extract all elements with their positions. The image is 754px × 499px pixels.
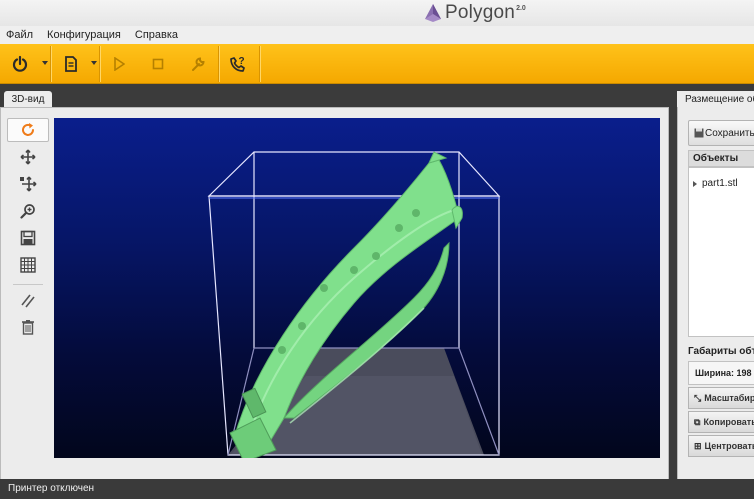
menu-configuration[interactable]: Конфигурация — [47, 29, 121, 41]
status-bar: Принтер отключен — [0, 479, 754, 499]
3d-view-panel — [0, 107, 669, 495]
expand-arrow-icon[interactable] — [693, 180, 697, 187]
tool-divider — [13, 284, 43, 285]
tab-3d-view[interactable]: 3D-вид — [4, 91, 52, 108]
menu-bar: Файл Конфигурация Справка — [0, 26, 754, 44]
menu-file[interactable]: Файл — [6, 29, 33, 41]
scale-button[interactable]: ⤡ Масштабировать — [688, 387, 754, 409]
grid-icon — [20, 257, 36, 273]
main-toolbar: ? — [0, 44, 754, 84]
width-readout: Ширина: 198 мм — [688, 361, 754, 385]
3d-viewport[interactable] — [54, 118, 660, 458]
zoom-button[interactable] — [7, 199, 49, 223]
app-logo: Polygon 2.0 — [424, 2, 526, 24]
center-label: Центровать объект — [704, 441, 754, 451]
power-icon — [12, 55, 28, 72]
toolbar-divider — [259, 46, 260, 82]
scale-label: Масштабировать — [704, 393, 754, 403]
move-icon — [20, 149, 36, 165]
right-tab-strip: Размещение объектов — [677, 84, 754, 108]
objects-list[interactable]: part1.stl — [688, 167, 754, 337]
copy-button[interactable]: ⧉ Копировать — [688, 411, 754, 433]
wrench-icon — [192, 57, 205, 71]
power-button[interactable] — [4, 48, 36, 80]
floppy-icon — [20, 230, 36, 246]
objects-header: Объекты — [688, 150, 754, 167]
file-dropdown-icon[interactable] — [91, 61, 97, 65]
menu-help[interactable]: Справка — [135, 29, 178, 41]
stop-button[interactable] — [142, 48, 174, 80]
save-view-button[interactable] — [7, 226, 49, 250]
polygon-logo-icon — [425, 4, 441, 22]
settings-button[interactable] — [182, 48, 214, 80]
floppy-icon — [694, 128, 704, 138]
copy-label: Копировать — [703, 417, 754, 427]
support-button[interactable]: ? — [222, 48, 254, 80]
copy-icon: ⧉ — [694, 416, 701, 427]
toolbar-divider — [50, 46, 51, 82]
play-icon — [114, 57, 125, 71]
center-button[interactable]: ⊞ Центровать объект — [688, 435, 754, 457]
play-button[interactable] — [103, 48, 135, 80]
slice-icon — [21, 294, 35, 308]
rotate-button[interactable] — [7, 118, 49, 142]
trash-icon — [22, 320, 34, 335]
file-button[interactable] — [55, 48, 87, 80]
toolbar-divider — [218, 46, 219, 82]
app-name: Polygon — [445, 2, 516, 23]
pan-button[interactable] — [7, 145, 49, 169]
object-placement-panel: Сохранить Объекты part1.stl Габариты объ… — [677, 107, 754, 495]
move-object-icon — [20, 176, 37, 192]
toolbar-divider — [99, 46, 100, 82]
slice-button[interactable] — [7, 289, 49, 313]
scale-icon: ⤡ — [694, 392, 702, 403]
document-icon — [65, 56, 77, 72]
list-item[interactable]: part1.stl — [693, 178, 738, 189]
move-object-button[interactable] — [7, 172, 49, 196]
phone-help-icon: ? — [230, 56, 245, 72]
tab-object-placement[interactable]: Размещение объектов — [677, 91, 754, 108]
zoom-icon — [20, 204, 35, 219]
svg-text:?: ? — [239, 56, 245, 67]
delete-button[interactable] — [7, 315, 49, 339]
grid-button[interactable] — [7, 253, 49, 277]
dimensions-label: Габариты объекта — [688, 346, 754, 357]
3d-scene — [207, 151, 501, 458]
title-bar: Polygon 2.0 — [0, 0, 754, 26]
stop-icon — [152, 58, 164, 70]
power-dropdown-icon[interactable] — [42, 61, 48, 65]
object-name: part1.stl — [702, 178, 738, 189]
app-version: 2.0 — [516, 4, 526, 12]
center-icon: ⊞ — [694, 440, 702, 451]
main-tab-strip: 3D-вид — [0, 84, 754, 108]
save-objects-button[interactable]: Сохранить — [688, 120, 754, 146]
rotate-icon — [22, 123, 34, 136]
save-objects-label: Сохранить — [705, 127, 754, 139]
